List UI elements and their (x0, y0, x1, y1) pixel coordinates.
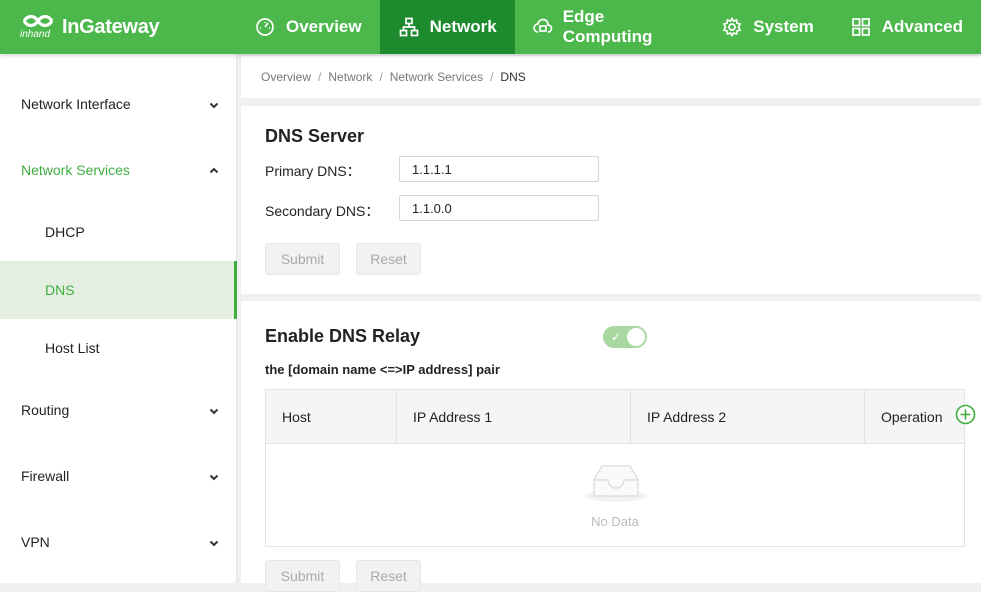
pair-label: the [domain name <=>IP address] pair (265, 362, 500, 377)
sidebar-item-firewall[interactable]: Firewall (0, 447, 237, 505)
chevron-up-icon (208, 164, 220, 176)
sidebar-item-label: DHCP (45, 224, 85, 240)
sidebar-item-vpn[interactable]: VPN (0, 513, 237, 571)
chevron-down-icon (208, 404, 220, 416)
breadcrumb-current: DNS (500, 70, 526, 84)
primary-dns-input[interactable]: 1.1.1.1 (399, 156, 599, 182)
primary-dns-label: Primary DNS： (265, 163, 361, 179)
logo-subtext: inhand (20, 29, 51, 40)
chevron-down-icon (208, 470, 220, 482)
sidebar-item-label: DNS (45, 282, 75, 298)
add-circle-icon[interactable] (955, 404, 976, 425)
nav-label: Edge Computing (562, 7, 653, 46)
column-header-operation: Operation (881, 409, 943, 425)
submit-button[interactable]: Submit (265, 243, 340, 275)
nav-label: Network (429, 17, 497, 36)
table-header: Host IP Address 1 IP Address 2 Operation (266, 390, 964, 444)
brand-name: InGateway (62, 15, 160, 38)
breadcrumb-separator: / (379, 70, 383, 84)
breadcrumb-network[interactable]: Network (328, 70, 372, 84)
reset-button[interactable]: Reset (356, 243, 421, 275)
breadcrumb-separator: / (490, 70, 494, 84)
main-nav: Overview Network Edge Computing System A… (236, 0, 981, 54)
nav-label: System (753, 17, 814, 36)
column-header-ip-address-1: IP Address 1 (397, 390, 631, 444)
sidebar-item-network-interface[interactable]: Network Interface (0, 75, 237, 133)
sidebar-item-label: Host List (45, 340, 100, 356)
nav-label: Advanced (881, 17, 963, 36)
gear-icon (721, 16, 743, 38)
sidebar-item-routing[interactable]: Routing (0, 381, 237, 439)
breadcrumb-network-services[interactable]: Network Services (390, 70, 483, 84)
chevron-down-icon (208, 536, 220, 548)
nav-advanced[interactable]: Advanced (832, 0, 981, 54)
breadcrumb: Overview / Network / Network Services / … (241, 56, 981, 98)
relay-reset-button[interactable]: Reset (356, 560, 421, 592)
sidebar-item-label: Firewall (21, 468, 70, 484)
sidebar-item-label: Network Services (21, 162, 130, 178)
cloud-chip-icon (532, 16, 553, 38)
relay-table: Host IP Address 1 IP Address 2 Operation… (265, 389, 976, 548)
inhand-logo-icon: inhand (20, 12, 58, 42)
top-navigation-bar: inhand InGateway Overview Network Edge C… (0, 0, 981, 54)
nav-network[interactable]: Network (379, 0, 515, 54)
nav-overview[interactable]: Overview (236, 0, 380, 54)
dns-relay-title: Enable DNS Relay (265, 326, 421, 346)
sidebar-item-dns[interactable]: DNS (0, 261, 237, 319)
nav-label: Overview (286, 17, 362, 36)
sidebar-item-dhcp[interactable]: DHCP (0, 203, 237, 261)
sidebar-item-host-list[interactable]: Host List (0, 319, 237, 377)
dns-relay-card: Enable DNS Relay ✓ the [domain name <=>I… (241, 301, 981, 592)
logo[interactable]: inhand InGateway (20, 12, 160, 42)
chevron-down-icon (208, 98, 220, 110)
dns-server-card: DNS Server Primary DNS： 1.1.1.1 Secondar… (241, 106, 981, 294)
dns-relay-toggle[interactable]: ✓ (603, 326, 647, 348)
network-tree-icon (398, 16, 420, 38)
sidebar-item-label: Network Interface (21, 96, 131, 112)
column-header-ip-address-2: IP Address 2 (631, 390, 865, 444)
sidebar-item-label: VPN (21, 534, 50, 550)
nav-edge-computing[interactable]: Edge Computing (515, 0, 704, 54)
dashboard-icon (254, 16, 276, 38)
empty-state: No Data (266, 444, 964, 548)
breadcrumb-overview[interactable]: Overview (261, 70, 311, 84)
relay-submit-button[interactable]: Submit (265, 560, 340, 592)
sidebar-item-label: Routing (21, 402, 70, 418)
sidebar-item-network-services[interactable]: Network Services (0, 141, 237, 199)
secondary-dns-input[interactable]: 1.1.0.0 (399, 195, 599, 221)
sidebar: Network Interface Network Services DHCP … (0, 54, 237, 583)
breadcrumb-separator: / (318, 70, 322, 84)
empty-inbox-icon (584, 458, 648, 504)
secondary-dns-label: Secondary DNS： (265, 203, 380, 219)
dns-server-title: DNS Server (265, 126, 365, 146)
empty-text: No Data (591, 514, 639, 529)
toggle-knob (627, 328, 645, 346)
check-icon: ✓ (611, 330, 622, 344)
nav-system[interactable]: System (703, 0, 831, 54)
column-header-host: Host (266, 390, 397, 444)
grid-icon (850, 16, 872, 38)
